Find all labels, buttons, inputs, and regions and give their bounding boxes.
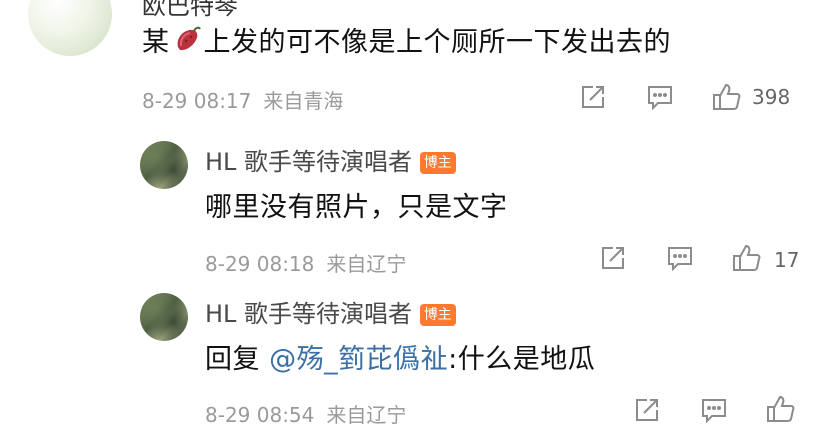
like-icon[interactable] — [712, 82, 742, 112]
avatar[interactable] — [28, 0, 112, 56]
reply-location: 来自辽宁 — [326, 252, 407, 276]
like-count: 398 — [752, 85, 791, 109]
reply-user-name-text[interactable]: HL 歌手等待演唱者 — [205, 148, 412, 176]
comment-text: 某 上发的可不像是上个厕所一下发出去的 — [142, 20, 671, 62]
reply-meta: 8-29 08:18 来自辽宁 — [205, 248, 406, 277]
reply-user-name[interactable]: HL 歌手等待演唱者 博主 — [205, 142, 456, 177]
reply-text: 回复 @殇_箌芘僞祉:什么是地瓜 — [205, 337, 595, 376]
reply-user-name[interactable]: HL 歌手等待演唱者 博主 — [205, 294, 456, 329]
comment-date: 8-29 08:17 — [142, 89, 252, 113]
like-icon[interactable] — [732, 243, 762, 273]
mention-link[interactable]: @殇_箌芘僞祉 — [269, 344, 448, 375]
like-count: 17 — [774, 248, 800, 272]
reply-date: 8-29 08:54 — [205, 403, 315, 427]
comment-text-after: 上发的可不像是上个厕所一下发出去的 — [203, 27, 671, 58]
share-icon[interactable] — [600, 245, 626, 271]
like-icon[interactable] — [766, 394, 796, 424]
comment-text-before: 某 — [142, 27, 170, 58]
reply-prefix: 回复 — [205, 344, 270, 375]
reply-date: 8-29 08:18 — [205, 252, 315, 276]
reply-body: :什么是地瓜 — [448, 344, 596, 375]
reply-location: 来自辽宁 — [326, 403, 407, 427]
reply-text: 哪里没有照片，只是文字 — [205, 192, 508, 223]
comment-icon[interactable] — [666, 245, 694, 271]
share-icon[interactable] — [580, 84, 606, 110]
avatar[interactable] — [140, 141, 188, 189]
author-badge: 博主 — [419, 304, 456, 326]
comment-meta: 8-29 08:17 来自青海 — [142, 85, 343, 114]
comment-icon[interactable] — [700, 397, 728, 423]
comment-location: 来自青海 — [263, 89, 344, 113]
comment-icon[interactable] — [646, 84, 674, 110]
sweet-potato-icon — [172, 25, 202, 62]
author-badge: 博主 — [419, 152, 456, 174]
avatar[interactable] — [140, 293, 188, 341]
share-icon[interactable] — [634, 397, 660, 423]
reply-meta: 8-29 08:54 来自辽宁 — [205, 399, 406, 428]
reply-user-name-text[interactable]: HL 歌手等待演唱者 — [205, 300, 412, 328]
comment-user-name[interactable]: 欧巴特琴 — [142, 0, 238, 21]
